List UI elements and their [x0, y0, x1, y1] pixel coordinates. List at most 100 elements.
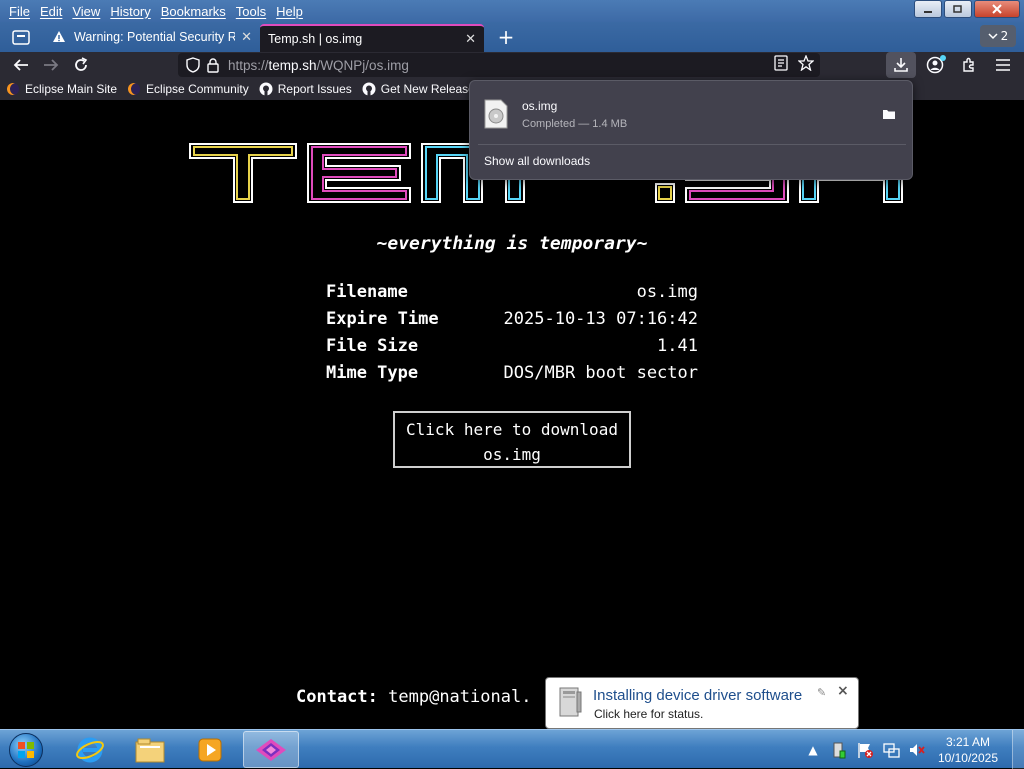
action-center-flag-icon[interactable] — [855, 740, 875, 760]
menu-tools[interactable]: Tools — [231, 4, 271, 19]
clock-time: 3:21 AM — [945, 734, 990, 749]
bookmark-star-icon[interactable] — [797, 54, 815, 75]
warning-icon — [53, 31, 65, 42]
minimize-button[interactable] — [914, 0, 942, 18]
menu-bookmarks[interactable]: Bookmarks — [156, 4, 231, 19]
clock-date: 10/10/2025 — [937, 750, 998, 765]
tagline: ~everything is temporary~ — [376, 233, 648, 254]
close-tab-icon[interactable]: ✕ — [465, 31, 476, 47]
bookmark-label: Report Issues — [277, 82, 352, 96]
tab-count: 2 — [1000, 29, 1009, 43]
taskbar-media-player[interactable] — [182, 731, 238, 768]
menu-view[interactable]: View — [67, 4, 105, 19]
app-menu-button[interactable] — [988, 52, 1018, 78]
network-icon[interactable] — [881, 740, 901, 760]
restore-icon — [953, 5, 962, 13]
menu-history[interactable]: History — [105, 4, 155, 19]
lock-icon[interactable] — [204, 56, 222, 74]
taskbar-internet-explorer[interactable] — [62, 731, 118, 768]
menu-edit[interactable]: Edit — [35, 4, 67, 19]
notification-title: Installing device driver software — [593, 687, 803, 704]
show-desktop-button[interactable] — [1012, 730, 1024, 769]
windows-taskbar: ▲ 3:21 AM 10/10/2025 — [0, 729, 1024, 769]
close-window-button[interactable] — [974, 0, 1020, 18]
back-button[interactable] — [6, 53, 36, 77]
navigation-toolbar: https://temp.sh/WQNPj/os.img — [0, 52, 1024, 78]
info-value: DOS/MBR boot sector — [503, 362, 698, 383]
menu-help[interactable]: Help — [271, 4, 308, 19]
tab-list-button[interactable]: 2 — [980, 25, 1016, 47]
download-file-button[interactable]: Click here to download os.img — [393, 411, 631, 468]
reload-button[interactable] — [66, 53, 96, 77]
minimize-icon — [924, 11, 932, 13]
bookmark-label: Eclipse Community — [146, 82, 249, 96]
url-bar[interactable]: https://temp.sh/WQNPj/os.img — [178, 53, 820, 77]
firefox-view-button[interactable] — [6, 24, 36, 50]
toolbar-right — [886, 52, 1018, 78]
open-folder-button[interactable] — [882, 105, 896, 124]
close-tab-icon[interactable]: ✕ — [241, 29, 252, 45]
system-tray: ▲ 3:21 AM 10/10/2025 — [800, 730, 1024, 769]
close-notification-button[interactable]: × — [837, 683, 849, 699]
tab-title: Warning: Potential Security Risk — [74, 30, 236, 44]
extensions-button[interactable] — [954, 52, 984, 78]
contact-email-link[interactable]: temp@national. — [388, 687, 531, 707]
reader-view-icon[interactable] — [774, 55, 788, 75]
notification-text: Click here for status. — [594, 707, 704, 721]
bookmark-get-new-releases[interactable]: Get New Releases — [362, 82, 481, 96]
forward-arrow-icon — [44, 59, 59, 71]
account-button[interactable] — [920, 52, 950, 78]
forward-button[interactable] — [36, 53, 66, 77]
url-scheme: https:// — [228, 57, 269, 73]
eclipse-icon — [127, 82, 141, 96]
url-path: /WQNPj/os.img — [316, 57, 409, 73]
show-all-downloads-link[interactable]: Show all downloads — [484, 154, 590, 168]
taskbar-file-explorer[interactable] — [122, 731, 178, 768]
notification-dot — [940, 55, 946, 61]
bookmark-label: Eclipse Main Site — [25, 82, 118, 96]
info-key: Filename — [326, 281, 408, 302]
contact-label: Contact: — [296, 687, 378, 707]
info-row-filename: Filename os.img — [326, 278, 698, 305]
tab-temp-sh[interactable]: Temp.sh | os.img ✕ — [260, 24, 484, 52]
info-row-expire-time: Expire Time 2025-10-13 07:16:42 — [326, 305, 698, 332]
maximize-button[interactable] — [944, 0, 972, 18]
tracking-protection-shield-icon[interactable] — [184, 56, 202, 74]
info-row-mime-type: Mime Type DOS/MBR boot sector — [326, 359, 698, 386]
start-button[interactable] — [4, 731, 48, 769]
url-actions — [774, 54, 815, 75]
close-icon — [992, 4, 1002, 14]
info-key: File Size — [326, 335, 419, 356]
driver-install-notification[interactable]: Installing device driver software Click … — [545, 677, 859, 741]
menu-file[interactable]: File — [4, 4, 35, 19]
bookmark-eclipse-main-site[interactable]: Eclipse Main Site — [6, 82, 117, 96]
menu-bar: File Edit View History Bookmarks Tools H… — [0, 0, 1024, 22]
bookmark-eclipse-community[interactable]: Eclipse Community — [127, 82, 249, 96]
info-value: os.img — [636, 281, 698, 302]
downloads-button[interactable] — [886, 52, 916, 78]
download-icon — [894, 58, 908, 72]
clock[interactable]: 3:21 AM 10/10/2025 — [938, 734, 998, 766]
eclipse-icon — [6, 82, 20, 96]
bookmark-report-issues[interactable]: Report Issues — [259, 82, 352, 96]
bookmark-label: Get New Releases — [380, 82, 481, 96]
puzzle-icon — [963, 57, 974, 72]
contact-line: Contact: temp@national. — [296, 687, 531, 707]
download-file-name: os.img — [522, 98, 558, 113]
pin-icon[interactable]: ✎ — [817, 686, 826, 699]
downloads-panel: os.img Completed — 1.4 MB Show all downl… — [469, 80, 913, 180]
info-row-file-size: File Size 1.41 — [326, 332, 698, 359]
volume-muted-icon[interactable] — [907, 740, 927, 760]
download-item[interactable]: os.img Completed — 1.4 MB — [476, 89, 906, 139]
window-controls — [914, 0, 1020, 18]
divider — [478, 144, 906, 145]
show-hidden-icons-button[interactable]: ▲ — [803, 740, 823, 760]
taskbar-firefox-browser[interactable] — [243, 731, 299, 768]
tab-security-warning[interactable]: Warning: Potential Security Risk ✕ — [44, 24, 260, 50]
new-tab-button[interactable]: + — [494, 25, 518, 49]
folder-icon — [883, 110, 895, 119]
device-install-tray-icon[interactable] — [829, 740, 849, 760]
tab-title: Temp.sh | os.img — [268, 32, 363, 46]
disk-image-file-icon — [484, 99, 508, 129]
download-status: Completed — 1.4 MB — [522, 117, 628, 130]
